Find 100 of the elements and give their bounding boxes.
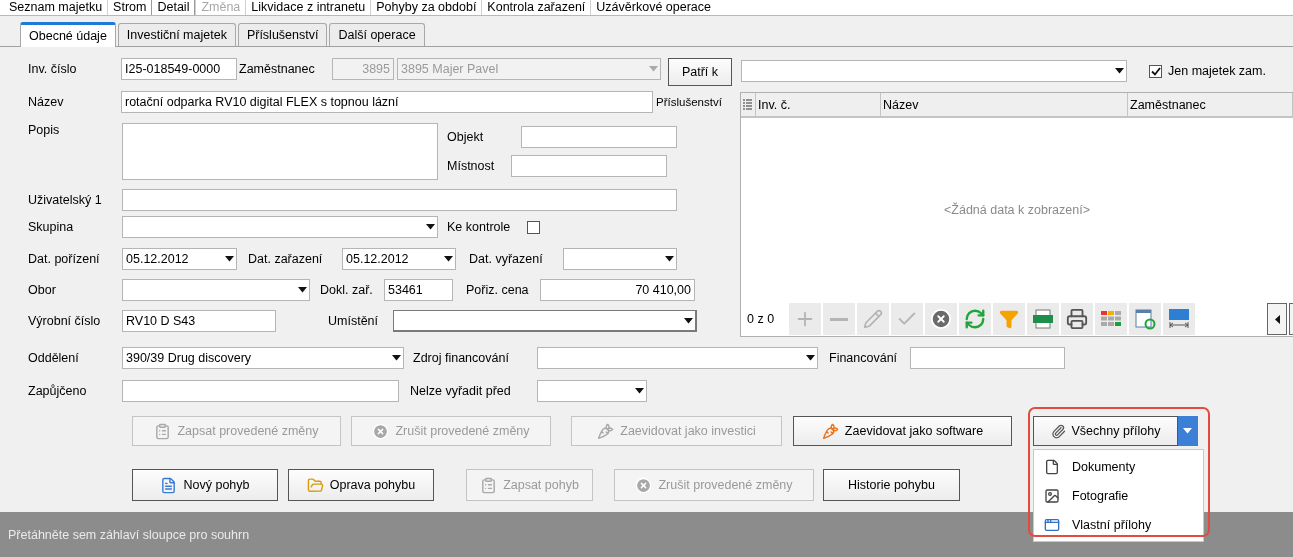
toolbar-button[interactable]	[1129, 303, 1161, 335]
action-button[interactable]: Nový pohyb	[132, 469, 278, 501]
refresh-icon	[964, 308, 986, 330]
field-label: Místnost	[447, 159, 496, 173]
action-button[interactable]: Historie pohybu	[823, 469, 960, 501]
document-icon	[160, 476, 178, 494]
combo-box[interactable]: 390/39 Drug discovery	[122, 347, 404, 369]
toolbar-button[interactable]	[925, 303, 957, 335]
field-label: Oddělení	[28, 351, 80, 365]
record-counter: 0 z 0	[747, 312, 776, 326]
toolbar-button[interactable]	[1163, 303, 1195, 335]
combo-box[interactable]	[122, 279, 310, 301]
cancel-icon	[635, 476, 653, 494]
spreadsheet-icon	[1032, 309, 1054, 329]
caret-icon	[426, 224, 435, 230]
sub-tab[interactable]: Obecné údaje	[20, 22, 116, 47]
toolbar-button[interactable]	[1061, 303, 1093, 335]
caret-icon	[806, 355, 815, 361]
caret-icon	[635, 388, 644, 394]
field-label: Dat. zařazení	[248, 252, 324, 266]
minus-icon	[830, 317, 848, 321]
input-field[interactable]: RV10 D S43	[122, 310, 276, 332]
text-area[interactable]	[122, 123, 438, 180]
field-label: Uživatelský 1	[28, 192, 103, 207]
combo-box[interactable]: 05.12.2012	[122, 248, 237, 270]
column-width-icon	[1168, 308, 1190, 330]
toolbar-button[interactable]	[1027, 303, 1059, 335]
column-header[interactable]: Inv. č.	[756, 93, 881, 116]
field-label: Umístění	[328, 314, 379, 328]
clipboard-icon	[480, 476, 498, 494]
field-label: Název	[28, 95, 65, 109]
input-field[interactable]: rotační odparka RV10 digital FLEX s topnou lázní	[121, 91, 653, 113]
input-field[interactable]	[122, 188, 677, 211]
field-label: Obor	[28, 283, 57, 297]
column-chooser-icon[interactable]	[741, 93, 756, 116]
menu-item[interactable]: Fotografie	[1034, 481, 1203, 510]
menu-item[interactable]: Dokumenty	[1034, 452, 1203, 481]
field-label: Inv. číslo	[28, 62, 78, 76]
scroll-left-button[interactable]	[1267, 303, 1287, 335]
belongs-to-button[interactable]: Patří k	[668, 58, 732, 86]
input-field[interactable]	[910, 347, 1065, 369]
field-label: Příslušenství	[656, 96, 723, 108]
window-icon	[1044, 516, 1060, 533]
empty-message: <Žádná data k zobrazení>	[944, 203, 1090, 217]
input-field[interactable]	[122, 380, 399, 402]
toolbar-button[interactable]	[959, 303, 991, 335]
column-header[interactable]: Zaměstnanec	[1128, 93, 1293, 116]
folder-icon	[306, 476, 324, 494]
field-label: Dat. pořízení	[28, 252, 101, 266]
cancel-icon	[372, 422, 390, 440]
field-label: Skupina	[28, 220, 75, 234]
action-button[interactable]: Oprava pohybu	[288, 469, 434, 501]
left-triangle-icon	[1274, 314, 1280, 324]
sub-tab[interactable]: Další operace	[329, 23, 425, 46]
caret-icon	[649, 66, 658, 72]
field-label: Nelze vyřadit před	[410, 384, 512, 398]
caret-icon	[392, 355, 401, 361]
carrot-icon	[821, 422, 839, 440]
combo-box[interactable]	[537, 380, 647, 402]
checkbox-label: Jen majetek zam.	[1168, 64, 1267, 78]
menu-item-label: Dokumenty	[1072, 459, 1136, 474]
combo-box[interactable]: 05.12.2012	[342, 248, 456, 270]
field-label: Popis	[28, 123, 61, 137]
menu-item[interactable]: Vlastní přílohy	[1034, 510, 1203, 539]
main-tab[interactable]: Detail	[151, 0, 196, 15]
action-button[interactable]: Zaevidovat jako software	[793, 416, 1012, 446]
dropdown-button[interactable]	[1178, 416, 1198, 446]
checkbox[interactable]	[527, 220, 540, 234]
input-field[interactable]	[511, 155, 667, 177]
caret-icon	[298, 287, 307, 293]
input-field[interactable]: 53461	[384, 279, 453, 301]
input-field[interactable]	[521, 126, 677, 148]
menu-item-label: Vlastní přílohy	[1072, 517, 1152, 532]
input-field[interactable]: I25-018549-0000	[121, 58, 237, 80]
combo-box[interactable]	[122, 216, 438, 238]
field-label: Zaměstnanec	[239, 62, 316, 76]
caret-icon	[1182, 428, 1192, 434]
input-field[interactable]: 70 410,00	[540, 279, 695, 301]
clipboard-icon	[154, 422, 172, 440]
combo-box[interactable]	[563, 248, 677, 270]
sub-tab[interactable]: Investiční majetek	[117, 23, 236, 46]
toolbar-button[interactable]	[1095, 303, 1127, 335]
file-icon	[1044, 458, 1060, 475]
column-header[interactable]: Název	[881, 93, 1128, 116]
combo-box[interactable]	[741, 60, 1127, 82]
group-panel-hint: Přetáhněte sem záhlaví sloupce pro souhrn	[8, 527, 250, 542]
printer-icon	[1066, 308, 1088, 330]
combo-box[interactable]	[537, 347, 818, 369]
caret-icon	[684, 317, 693, 324]
checkbox[interactable]	[1149, 64, 1162, 78]
combo-box[interactable]	[393, 310, 697, 332]
carrot-icon	[597, 422, 615, 440]
window-refresh-icon	[1134, 308, 1156, 330]
pencil-icon	[863, 309, 883, 329]
sub-tab[interactable]: Příslušenství	[237, 23, 328, 46]
field-label: Výrobní číslo	[28, 314, 102, 328]
attachments-button[interactable]: Všechny přílohy	[1033, 416, 1178, 446]
image-icon	[1044, 487, 1060, 504]
filter-icon	[999, 309, 1019, 329]
cancel-icon	[930, 308, 952, 330]
